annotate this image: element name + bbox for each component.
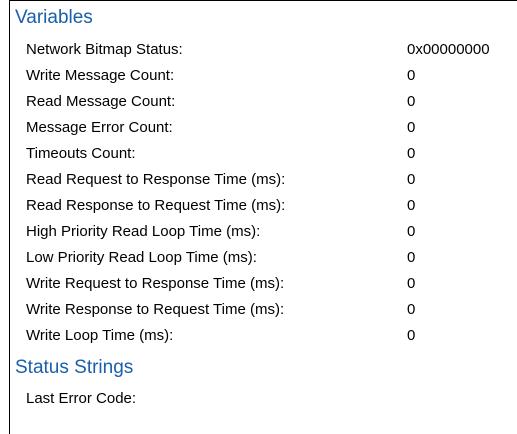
- variable-value: 0: [407, 93, 416, 110]
- variable-label: Read Message Count:: [26, 93, 176, 110]
- variable-label: Read Response to Request Time (ms):: [26, 197, 286, 214]
- variable-label: Low Priority Read Loop Time (ms):: [26, 249, 257, 266]
- variable-value: 0: [407, 145, 416, 162]
- variable-label: Read Request to Response Time (ms):: [26, 171, 286, 188]
- variable-value: 0: [407, 301, 416, 318]
- variable-value: 0: [407, 249, 416, 266]
- variable-value: 0: [407, 327, 416, 344]
- status-strings-heading: Status Strings: [15, 357, 134, 378]
- variable-row-write-message-count: Write Message Count: 0: [26, 64, 516, 88]
- variable-label: Write Response to Request Time (ms):: [26, 301, 285, 318]
- diagnostics-panel: Variables Network Bitmap Status: 0x00000…: [9, 0, 517, 434]
- variable-label: Write Loop Time (ms):: [26, 327, 174, 344]
- variable-row-write-response-to-request-time: Write Response to Request Time (ms): 0: [26, 298, 516, 322]
- variable-label: Network Bitmap Status:: [26, 41, 183, 58]
- variable-label: Message Error Count:: [26, 119, 173, 136]
- variables-heading: Variables: [15, 7, 93, 28]
- variable-row-message-error-count: Message Error Count: 0: [26, 116, 516, 140]
- variable-value: 0: [407, 171, 416, 188]
- variable-row-read-response-to-request-time: Read Response to Request Time (ms): 0: [26, 194, 516, 218]
- variable-row-read-request-to-response-time: Read Request to Response Time (ms): 0: [26, 168, 516, 192]
- variable-label: Write Message Count:: [26, 67, 175, 84]
- variable-value: 0: [407, 275, 416, 292]
- variable-row-read-message-count: Read Message Count: 0: [26, 90, 516, 114]
- variable-row-write-request-to-response-time: Write Request to Response Time (ms): 0: [26, 272, 516, 296]
- variable-value: 0: [407, 67, 416, 84]
- variable-row-low-priority-read-loop-time: Low Priority Read Loop Time (ms): 0: [26, 246, 516, 270]
- variable-label: High Priority Read Loop Time (ms):: [26, 223, 261, 240]
- variable-label: Write Request to Response Time (ms):: [26, 275, 285, 292]
- variable-value: 0x00000000: [407, 41, 490, 58]
- variable-row-high-priority-read-loop-time: High Priority Read Loop Time (ms): 0: [26, 220, 516, 244]
- status-row-last-error-code: Last Error Code:: [26, 387, 516, 411]
- variable-row-network-bitmap-status: Network Bitmap Status: 0x00000000: [26, 38, 516, 62]
- variable-value: 0: [407, 197, 416, 214]
- status-label: Last Error Code:: [26, 390, 137, 407]
- variable-row-write-loop-time: Write Loop Time (ms): 0: [26, 324, 516, 348]
- variable-value: 0: [407, 119, 416, 136]
- variable-value: 0: [407, 223, 416, 240]
- variable-label: Timeouts Count:: [26, 145, 136, 162]
- variable-row-timeouts-count: Timeouts Count: 0: [26, 142, 516, 166]
